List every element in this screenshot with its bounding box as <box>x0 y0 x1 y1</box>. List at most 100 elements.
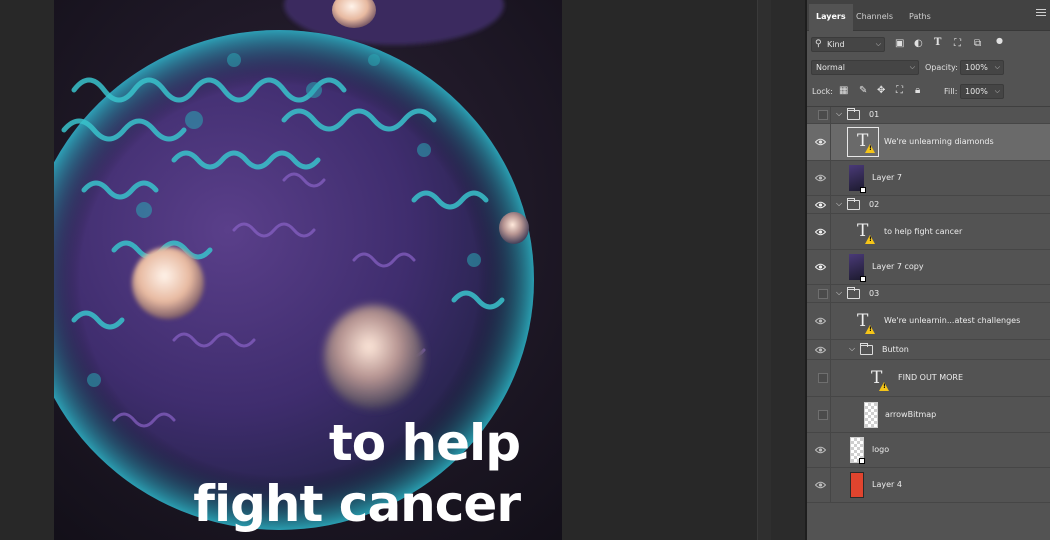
chevron-down-icon[interactable]: ⌵ <box>836 288 842 298</box>
blend-mode-dropdown[interactable]: Normal ⌵ <box>811 60 919 75</box>
layer-name: Button <box>882 344 909 354</box>
layer-row-group-03[interactable]: ⌵ 03 <box>807 285 1050 303</box>
lock-position-icon[interactable]: ✥ <box>877 86 885 96</box>
warning-icon <box>865 144 875 153</box>
row-separator <box>830 196 831 213</box>
row-separator <box>830 124 831 160</box>
chevron-down-icon: ⌵ <box>994 63 1000 71</box>
row-separator <box>830 303 831 339</box>
panel-dock-gap <box>771 0 805 540</box>
layer-row-text-unlearning-diamonds[interactable]: T We're unlearning diamonds <box>807 124 1050 161</box>
row-separator <box>830 214 831 249</box>
filter-smart-object-icon[interactable]: ⧉ <box>974 39 981 49</box>
panel-dock-collapsed <box>757 0 771 540</box>
lock-all-icon[interactable]: 🔒︎ <box>915 86 920 96</box>
row-separator <box>830 285 831 302</box>
layer-name: 02 <box>869 199 880 209</box>
filter-adjustment-icon[interactable]: ◐ <box>914 39 923 49</box>
smart-object-icon <box>859 458 865 464</box>
fill-field[interactable]: 100% ⌵ <box>960 84 1004 99</box>
filter-kind-value: Kind <box>827 40 845 49</box>
layer-name: We're unlearning diamonds <box>884 137 994 146</box>
fill-label: Fill: <box>944 87 958 96</box>
search-icon: ⚲ <box>815 39 822 49</box>
layer-row-text-find-out-more[interactable]: T FIND OUT MORE <box>807 360 1050 397</box>
filter-kind-dropdown[interactable]: ⚲ Kind ⌵ <box>811 37 885 52</box>
opacity-label: Opacity: <box>925 63 958 72</box>
tab-layers[interactable]: Layers <box>809 4 853 31</box>
layer-row-layer-7[interactable]: Layer 7 <box>807 161 1050 196</box>
layer-name: Layer 4 <box>872 480 902 489</box>
filter-pixel-icon[interactable]: ▣ <box>895 39 904 49</box>
row-separator <box>830 250 831 284</box>
visibility-toggle[interactable] <box>810 468 830 502</box>
lock-transparent-pixels-icon[interactable]: ▦ <box>839 86 848 96</box>
ad-headline-line-1: to help <box>328 414 521 472</box>
opacity-field[interactable]: 100% ⌵ <box>960 60 1004 75</box>
lock-artboard-icon[interactable]: ⛶ <box>896 86 903 96</box>
filter-toggle-icon[interactable]: ● <box>996 37 1003 45</box>
layer-row-logo[interactable]: logo <box>807 433 1050 468</box>
transparent-thumbnail <box>864 401 878 428</box>
visibility-toggle[interactable] <box>810 433 830 467</box>
row-separator <box>830 397 831 432</box>
visibility-toggle[interactable] <box>810 285 830 302</box>
eye-icon <box>815 481 826 489</box>
visibility-toggle[interactable] <box>810 124 830 160</box>
layers-panel: Layers Channels Paths ⚲ Kind ⌵ ▣ ◐ T ⛶ ⧉… <box>807 0 1050 540</box>
eye-icon <box>815 263 826 271</box>
layer-thumbnail <box>849 254 866 282</box>
layer-row-group-01[interactable]: ⌵ 01 <box>807 107 1050 124</box>
layer-row-group-button[interactable]: ⌵ Button <box>807 340 1050 360</box>
visibility-toggle[interactable] <box>810 303 830 339</box>
chevron-down-icon[interactable]: ⌵ <box>836 199 842 209</box>
visibility-toggle[interactable] <box>810 250 830 284</box>
warning-icon <box>865 325 875 334</box>
layer-name: logo <box>872 445 890 454</box>
visibility-toggle[interactable] <box>810 397 830 432</box>
layer-row-group-02[interactable]: ⌵ 02 <box>807 196 1050 214</box>
document-canvas[interactable]: to help fight cancer <box>54 0 562 540</box>
layer-row-layer-4[interactable]: Layer 4 <box>807 468 1050 503</box>
canvas-area[interactable]: to help fight cancer <box>0 0 757 540</box>
fill-value: 100% <box>965 87 988 96</box>
blend-mode-value: Normal <box>816 63 845 72</box>
visibility-toggle[interactable] <box>810 107 830 123</box>
row-separator <box>830 433 831 467</box>
visibility-toggle[interactable] <box>810 196 830 213</box>
visibility-toggle[interactable] <box>810 340 830 359</box>
eye-icon <box>815 317 826 325</box>
eye-icon <box>815 174 826 182</box>
layer-row-layer-7-copy[interactable]: Layer 7 copy <box>807 250 1050 285</box>
folder-icon <box>847 197 860 210</box>
panel-menu-icon[interactable] <box>1036 9 1046 19</box>
folder-icon <box>847 108 860 120</box>
visibility-toggle[interactable] <box>810 214 830 249</box>
visibility-toggle[interactable] <box>810 161 830 195</box>
layer-row-text-to-help-fight-cancer[interactable]: T to help fight cancer <box>807 214 1050 250</box>
tab-channels[interactable]: Channels <box>849 4 900 31</box>
chevron-down-icon[interactable]: ⌵ <box>836 109 842 119</box>
smart-object-icon <box>860 187 866 193</box>
layer-row-arrow-bitmap[interactable]: arrowBitmap <box>807 397 1050 433</box>
lock-image-pixels-icon[interactable]: ✎ <box>859 86 867 96</box>
filter-shape-icon[interactable]: ⛶ <box>954 39 961 49</box>
tab-paths[interactable]: Paths <box>902 4 938 31</box>
filter-type-icon[interactable]: T <box>934 38 941 48</box>
filter-row: ⚲ Kind ⌵ ▣ ◐ T ⛶ ⧉ ● <box>807 36 1050 54</box>
row-separator <box>830 161 831 195</box>
warning-icon <box>865 235 875 244</box>
smart-object-icon <box>860 276 866 282</box>
layer-name: to help fight cancer <box>884 226 963 236</box>
transparent-thumbnail <box>850 437 865 464</box>
blend-row: Normal ⌵ Opacity: 100% ⌵ <box>807 59 1050 77</box>
layer-name: Layer 7 <box>872 173 902 182</box>
row-separator <box>830 107 831 123</box>
layer-row-text-greatest-challenges[interactable]: T We're unlearnin...atest challenges <box>807 303 1050 340</box>
ad-headline-line-2: fight cancer <box>193 475 521 533</box>
visibility-toggle[interactable] <box>810 360 830 396</box>
visibility-off-box <box>818 373 828 383</box>
layer-name: We're unlearnin...atest challenges <box>884 316 1021 325</box>
text-layer-thumbnail: T <box>847 127 879 157</box>
chevron-down-icon[interactable]: ⌵ <box>849 344 855 354</box>
